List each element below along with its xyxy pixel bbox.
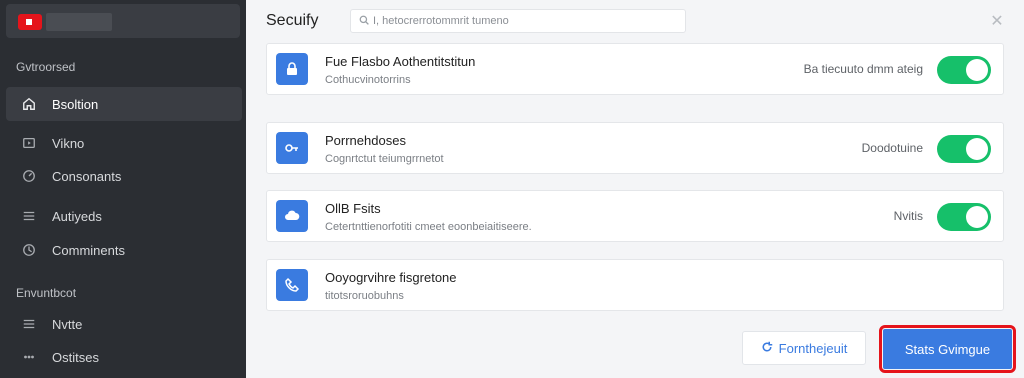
card-status: Nvitis: [893, 209, 923, 223]
lock-icon: [276, 53, 308, 85]
search-box[interactable]: [350, 9, 686, 33]
sidebar-item-ostitses[interactable]: Ostitses: [6, 340, 242, 374]
card-subtitle: Cetertnttienorfotiti cmeet eoonbeiaitise…: [325, 221, 532, 233]
toggle-knob: [966, 206, 988, 228]
card-subtitle: Cognrtctut teiumgrrnetot: [325, 153, 444, 165]
card-status: Doodotuine: [861, 141, 923, 155]
search-icon: [359, 15, 369, 28]
security-card-3: OllB Fsits Cetertnttienorfotiti cmeet eo…: [266, 190, 1004, 242]
primary-button[interactable]: Stats Gvimgue: [879, 325, 1016, 373]
list-icon: [6, 209, 52, 223]
phone-icon: [276, 269, 308, 301]
key-icon: [276, 132, 308, 164]
toggle-switch[interactable]: [937, 203, 991, 231]
close-icon[interactable]: ✕: [990, 14, 1004, 30]
brand-name: [46, 13, 112, 31]
security-card-4: Ooyogrvihre fisgretone titotsroruobuhns: [266, 259, 1004, 311]
brand[interactable]: [6, 4, 240, 38]
primary-button-label: Stats Gvimgue: [904, 341, 991, 357]
card-title: Porrnehdoses: [325, 133, 406, 148]
cloud-icon: [276, 200, 308, 232]
security-card-1: Fue Flasbo Aothentitstitun Cothucvinotor…: [266, 43, 1004, 95]
video-icon: [6, 136, 52, 150]
sidebar-section-label: Gvtroorsed: [16, 60, 76, 74]
card-title: Fue Flasbo Aothentitstitun: [325, 54, 476, 69]
list-icon: [6, 317, 52, 331]
page-title: Secuify: [266, 12, 319, 29]
card-subtitle: titotsroruobuhns: [325, 290, 404, 302]
main-panel: Secuify ✕ Fue Flasbo Aothentitstitun Cot…: [246, 0, 1024, 378]
sidebar-item-bsoltion[interactable]: Bsoltion: [6, 87, 242, 121]
sidebar-item-autiyeds[interactable]: Autiyeds: [6, 199, 242, 233]
toggle-knob: [966, 138, 988, 160]
card-status: Ba tiecuuto dmm ateig: [803, 62, 923, 76]
sidebar-item-label: Bsoltion: [52, 96, 99, 112]
sidebar-item-comminents[interactable]: Comminents: [6, 233, 242, 267]
refresh-icon: [761, 341, 773, 356]
card-title: OllB Fsits: [325, 201, 381, 216]
sidebar-item-label: Nvtte: [52, 316, 83, 332]
sidebar-item-label: Autiyeds: [52, 208, 102, 224]
gauge-icon: [6, 169, 52, 183]
dots-icon: [6, 350, 52, 364]
secondary-button-label: Fornthejeuit: [778, 340, 848, 356]
sidebar-item-label: Ostitses: [52, 349, 99, 365]
search-input[interactable]: [373, 15, 663, 27]
grid-icon: [6, 243, 52, 257]
sidebar: Gvtroorsed Bsoltion Vikno Consonants Aut…: [0, 0, 246, 378]
sidebar-item-label: Vikno: [52, 135, 85, 151]
sidebar-item-label: Consonants: [52, 168, 122, 184]
sidebar-section-label: Envuntbcot: [16, 286, 77, 300]
card-title: Ooyogrvihre fisgretone: [325, 270, 457, 285]
sidebar-item-consonants[interactable]: Consonants: [6, 159, 242, 193]
sidebar-item-nvtte[interactable]: Nvtte: [6, 307, 242, 341]
home-icon: [6, 97, 52, 111]
card-subtitle: Cothucvinotorrins: [325, 74, 411, 86]
play-logo-icon: [18, 14, 42, 30]
secondary-button[interactable]: Fornthejeuit: [742, 331, 866, 365]
security-card-2: Porrnehdoses Cognrtctut teiumgrrnetot Do…: [266, 122, 1004, 174]
sidebar-item-label: Comminents: [52, 242, 125, 258]
toggle-switch[interactable]: [937, 56, 991, 84]
toggle-switch[interactable]: [937, 135, 991, 163]
sidebar-item-vikno[interactable]: Vikno: [6, 126, 242, 160]
toggle-knob: [966, 59, 988, 81]
